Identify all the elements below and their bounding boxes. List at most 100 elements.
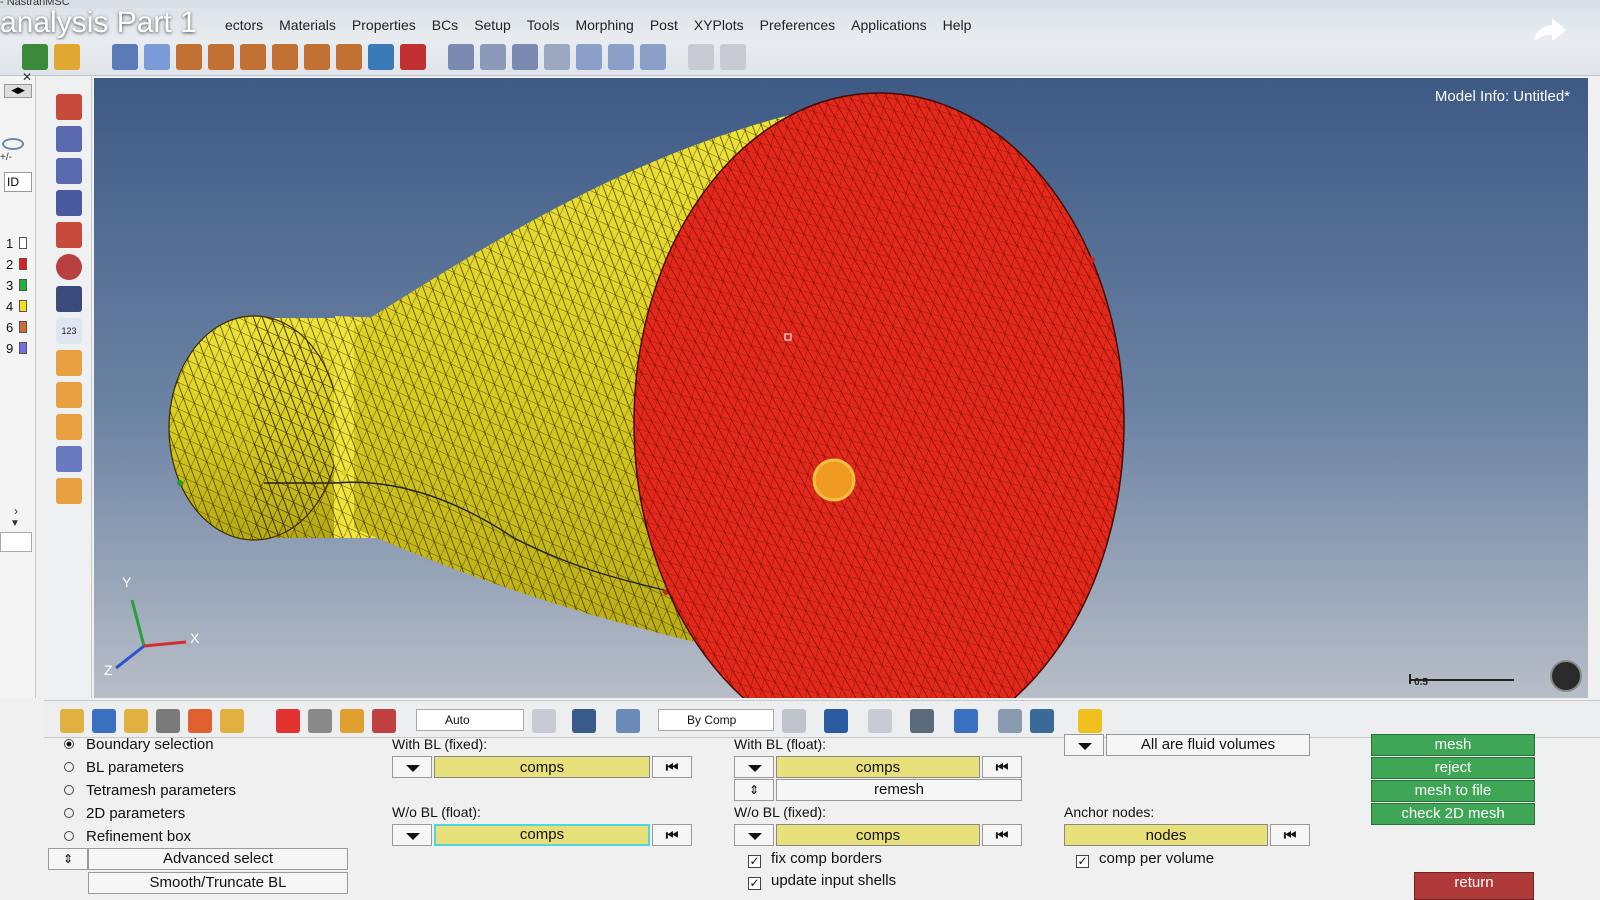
abc-label-icon[interactable] xyxy=(56,382,82,408)
auto-combo[interactable]: Auto xyxy=(416,709,524,731)
shell-icon[interactable] xyxy=(56,222,82,248)
check-2d-mesh-button[interactable]: check 2D mesh xyxy=(1371,803,1535,825)
grid-icon[interactable] xyxy=(998,709,1022,733)
strip-field[interactable] xyxy=(0,532,32,552)
legend-row[interactable]: 6 xyxy=(6,320,28,335)
element-icon[interactable] xyxy=(56,190,82,216)
zoom-icon[interactable] xyxy=(112,44,138,70)
copy-icon[interactable] xyxy=(340,709,364,733)
spin-icon[interactable] xyxy=(640,44,666,70)
view-book-icon[interactable] xyxy=(400,44,426,70)
back-arrow-icon[interactable] xyxy=(144,44,170,70)
delete-icon[interactable] xyxy=(276,709,300,733)
lasso-icon[interactable] xyxy=(532,709,556,733)
menu-item-applications[interactable]: Applications xyxy=(851,17,927,33)
radio-boundary-selection[interactable]: Boundary selection xyxy=(64,736,214,753)
component-create-icon[interactable] xyxy=(60,709,84,733)
wo-bl-float-selector[interactable]: comps xyxy=(434,824,650,846)
advanced-select-toggle[interactable]: ⇕ xyxy=(48,848,88,870)
legend-row[interactable]: 2 xyxy=(6,257,28,272)
legend-row[interactable]: 3 xyxy=(6,278,28,293)
menu-item-post[interactable]: Post xyxy=(650,17,678,33)
mesh-button[interactable]: mesh xyxy=(1371,734,1535,756)
view-x-icon[interactable] xyxy=(176,44,202,70)
fluid-volumes-dropdown[interactable] xyxy=(1064,734,1104,756)
menu-item-preferences[interactable]: Preferences xyxy=(760,17,835,33)
sphere-icon[interactable] xyxy=(56,254,82,280)
with-bl-fixed-dropdown[interactable] xyxy=(392,756,432,778)
menu-item-materials[interactable]: Materials xyxy=(279,17,336,33)
inlet-cylinder[interactable] xyxy=(168,315,384,541)
view-z-icon[interactable] xyxy=(240,44,266,70)
remesh-option[interactable]: remesh xyxy=(776,779,1022,801)
with-bl-float-reset-button[interactable]: ⏮ xyxy=(982,756,1022,778)
menu-item-properties[interactable]: Properties xyxy=(352,17,416,33)
with-bl-float-selector[interactable]: comps xyxy=(776,756,980,778)
property-icon[interactable] xyxy=(124,709,148,733)
id-toggle[interactable]: ID xyxy=(4,172,32,192)
radio-tetramesh-parameters[interactable]: Tetramesh parameters xyxy=(64,782,236,799)
mesh-model[interactable] xyxy=(94,78,1588,698)
view-axes-icon[interactable] xyxy=(368,44,394,70)
measure-icon[interactable] xyxy=(56,350,82,376)
update-input-shells-box[interactable]: ✓ xyxy=(748,877,761,890)
radio-button[interactable] xyxy=(64,785,74,795)
color-by-combo[interactable]: By Comp xyxy=(658,709,774,731)
transform-icon[interactable] xyxy=(56,446,82,472)
menu-item-help[interactable]: Help xyxy=(943,17,972,33)
menu-item-ectors[interactable]: ectors xyxy=(225,17,263,33)
legend-row[interactable]: 9 xyxy=(6,341,28,356)
mesh-icon[interactable] xyxy=(56,158,82,184)
fix-comp-borders-checkbox[interactable]: ✓ fix comp borders xyxy=(748,850,882,868)
vertical-arrows-icon[interactable] xyxy=(608,44,634,70)
rotate-view-icon[interactable] xyxy=(1550,660,1582,692)
reject-button[interactable]: reject xyxy=(1371,757,1535,779)
eye-icon[interactable] xyxy=(2,138,24,150)
with-bl-fixed-reset-button[interactable]: ⏮ xyxy=(652,756,692,778)
pan-hand-icon[interactable] xyxy=(544,44,570,70)
horizontal-arrows-icon[interactable] xyxy=(576,44,602,70)
binoculars-icon[interactable] xyxy=(56,286,82,312)
radio-2d-parameters[interactable]: 2D parameters xyxy=(64,805,185,822)
undo-icon[interactable] xyxy=(688,44,714,70)
shaded-icon[interactable] xyxy=(824,709,848,733)
view-xz-icon[interactable] xyxy=(272,44,298,70)
monitor-icon[interactable] xyxy=(1030,709,1054,733)
fluid-volumes-option[interactable]: All are fluid volumes xyxy=(1106,734,1310,756)
menu-item-bcs[interactable]: BCs xyxy=(432,17,458,33)
user-icon[interactable] xyxy=(22,44,48,70)
menu-item-tools[interactable]: Tools xyxy=(527,17,560,33)
abc-down-icon[interactable] xyxy=(56,414,82,440)
wo-bl-float-reset-button[interactable]: ⏮ xyxy=(652,824,692,846)
fix-comp-borders-box[interactable]: ✓ xyxy=(748,855,761,868)
wo-bl-fixed-dropdown[interactable] xyxy=(734,824,774,846)
with-bl-float-dropdown[interactable] xyxy=(734,756,774,778)
radio-refinement-box[interactable]: Refinement box xyxy=(64,828,191,845)
viewport-icon[interactable] xyxy=(56,478,82,504)
return-button[interactable]: return xyxy=(1414,872,1534,900)
radio-button[interactable] xyxy=(64,808,74,818)
organize-icon[interactable] xyxy=(220,709,244,733)
wo-bl-fixed-reset-button[interactable]: ⏮ xyxy=(982,824,1022,846)
numbers-icon[interactable]: 123 xyxy=(56,318,82,344)
radio-button[interactable] xyxy=(64,762,74,772)
export-icon[interactable] xyxy=(188,709,212,733)
assembly-icon[interactable] xyxy=(92,709,116,733)
favorite-star-icon[interactable] xyxy=(1078,709,1102,733)
radio-button[interactable] xyxy=(64,831,74,841)
surface-icon[interactable] xyxy=(56,126,82,152)
mesh-to-file-button[interactable]: mesh to file xyxy=(1371,780,1535,802)
anchor-nodes-selector[interactable]: nodes xyxy=(1064,824,1268,846)
graphics-viewport[interactable]: Y X Z Model Info: Untitled* 0.5 xyxy=(94,78,1588,698)
open-folder-icon[interactable] xyxy=(54,44,80,70)
component-icon[interactable] xyxy=(56,94,82,120)
collapse-arrow-icon[interactable]: ▼ xyxy=(10,518,20,529)
close-icon[interactable]: ✕ xyxy=(22,70,32,84)
menu-item-xyplots[interactable]: XYPlots xyxy=(694,17,744,33)
material-icon[interactable] xyxy=(156,709,180,733)
view-y-icon[interactable] xyxy=(208,44,234,70)
shape-icon[interactable] xyxy=(572,709,596,733)
update-input-shells-checkbox[interactable]: ✓ update input shells xyxy=(748,872,896,890)
comp-per-volume-box[interactable]: ✓ xyxy=(1076,855,1089,868)
comp-per-volume-checkbox[interactable]: ✓ comp per volume xyxy=(1076,850,1214,868)
